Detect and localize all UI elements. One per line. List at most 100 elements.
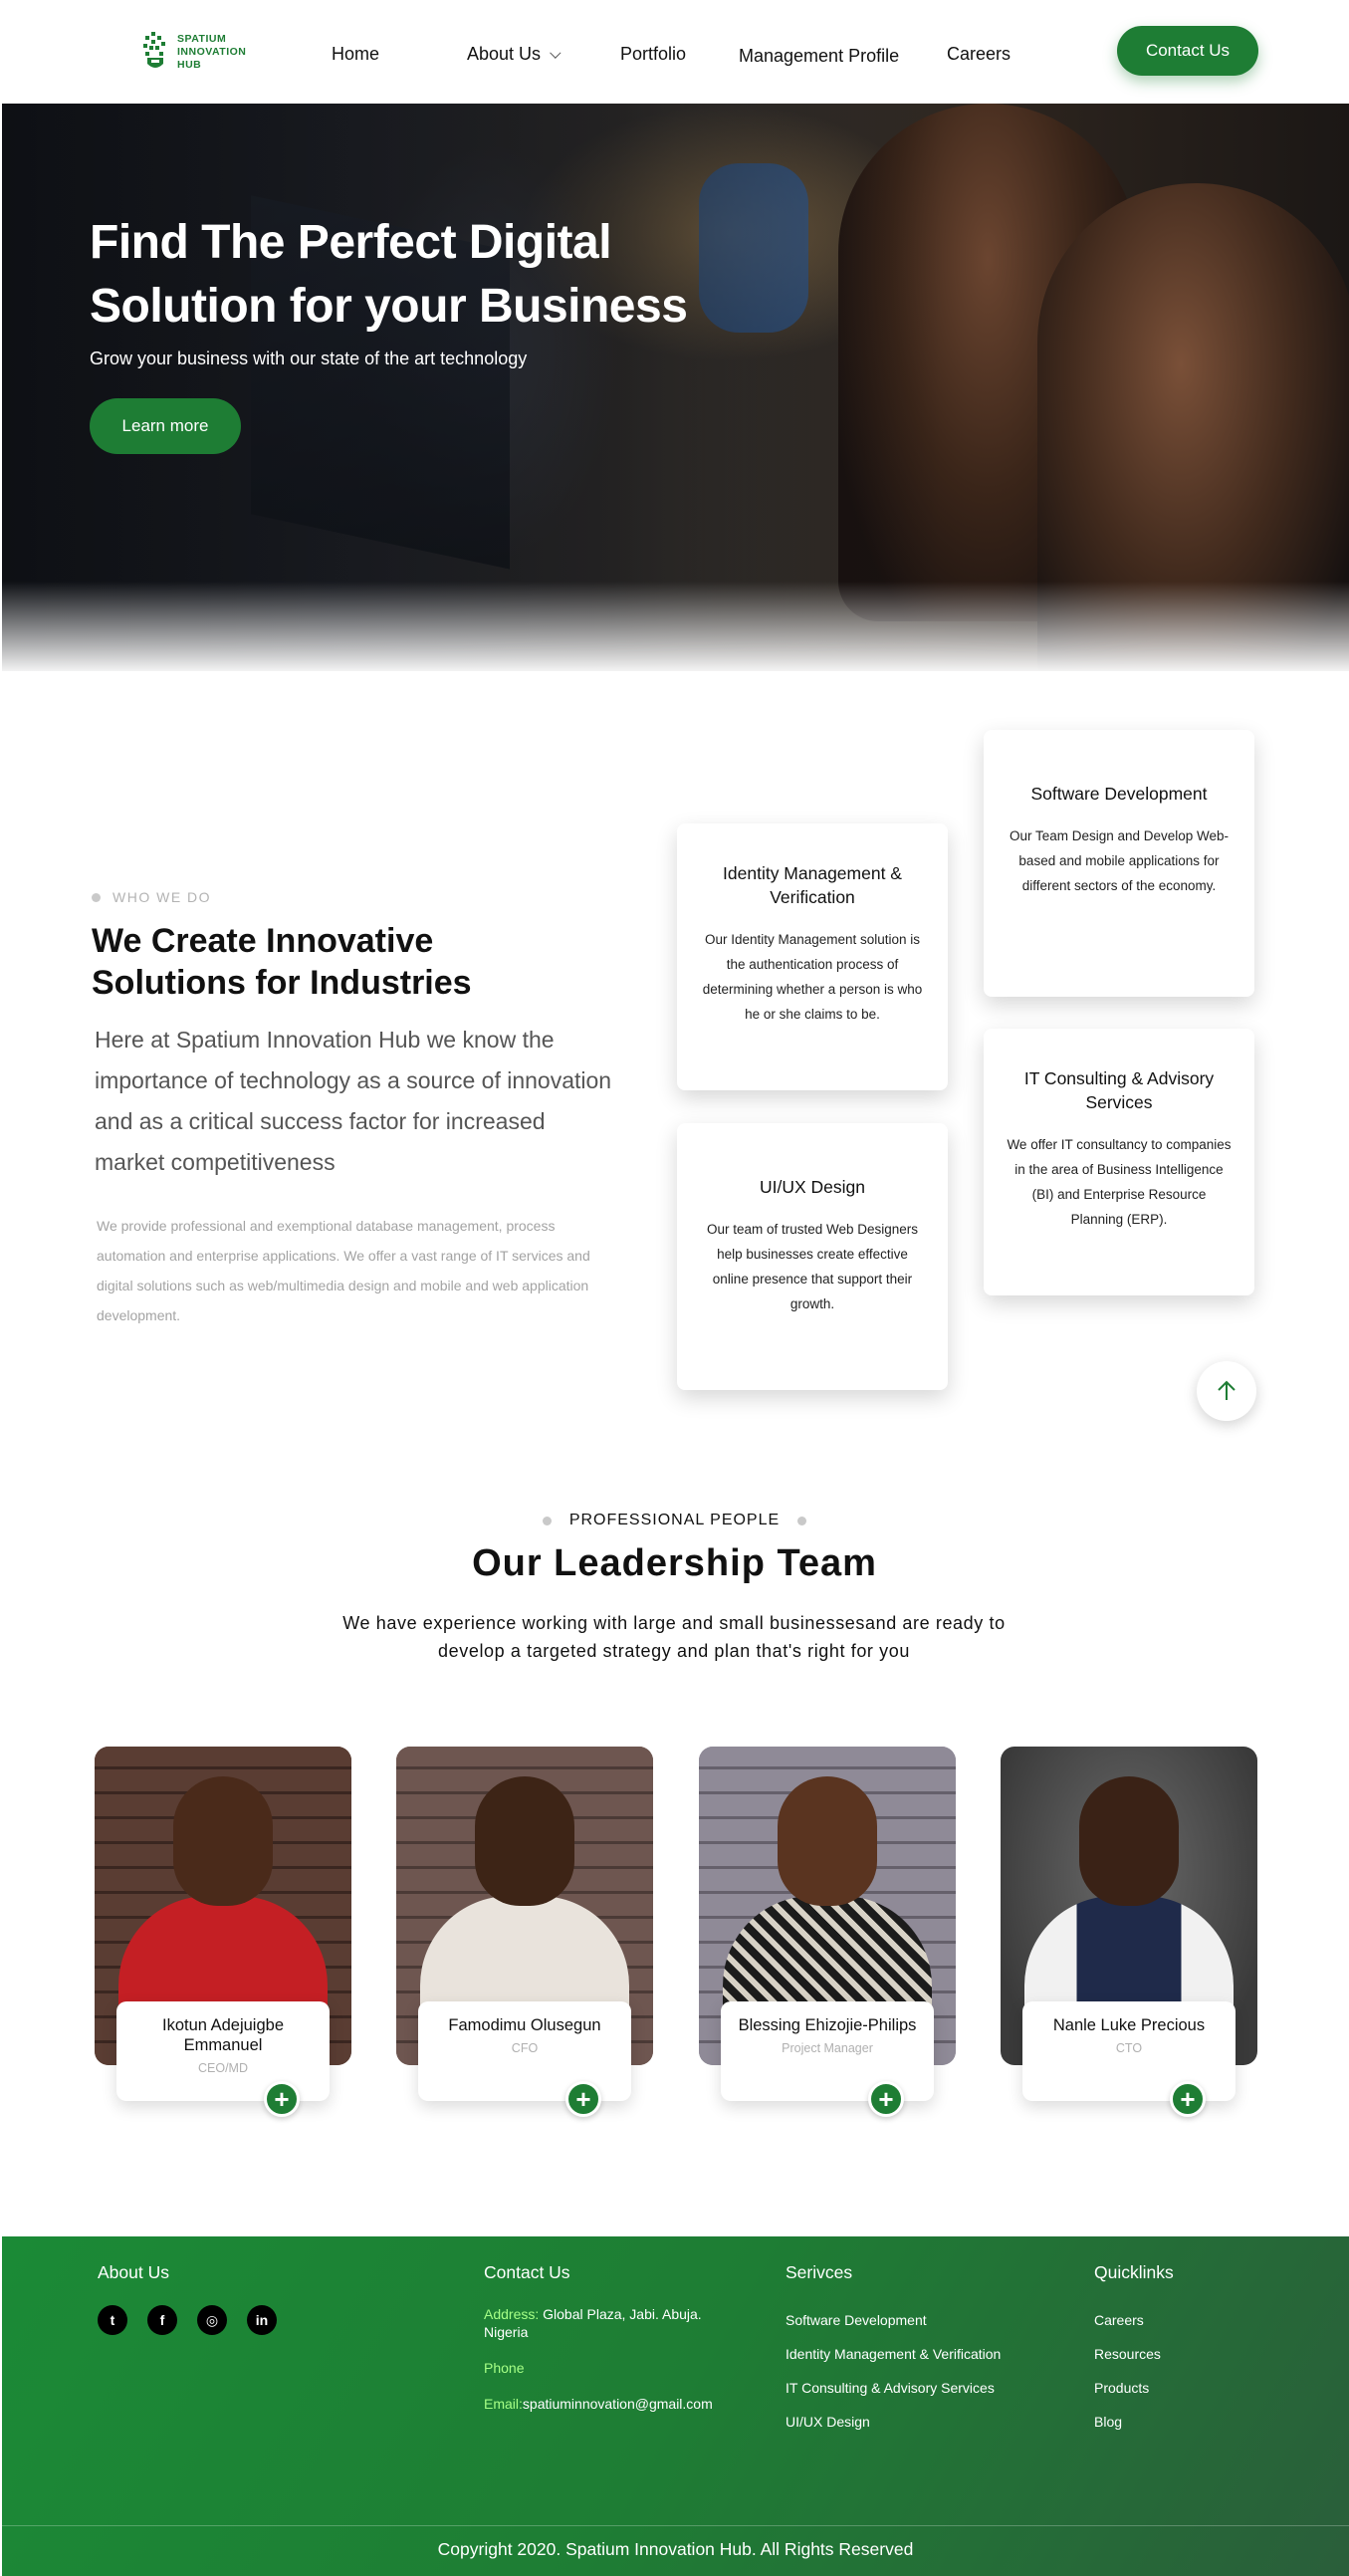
logo[interactable]: SPATIUM INNOVATION HUB [141,28,261,76]
footer-service-link[interactable]: Identity Management & Verification [786,2337,1001,2371]
team-member-card[interactable]: Ikotun Adejuigbe Emmanuel CEO/MD + [95,1747,351,2117]
leadership-subtitle: We have experience working with large an… [342,1613,1006,1661]
facebook-icon[interactable]: f [147,2305,177,2335]
logo-line: HUB [177,58,202,71]
instagram-icon[interactable]: ◎ [197,2305,227,2335]
scroll-to-top-button[interactable] [1197,1361,1256,1421]
email-label: Email: [484,2396,523,2412]
team-member-card[interactable]: Nanle Luke Precious CTO + [1001,1747,1257,2117]
footer-services-title: Serivces [786,2262,853,2282]
logo-line: INNOVATION [177,45,247,58]
service-title: IT Consulting & Advisory Services [1023,1068,1215,1112]
arrow-up-icon [1218,1380,1236,1400]
footer-services-column: Serivces Software Development Identity M… [786,2262,1001,2439]
member-role: Project Manager [782,2041,873,2055]
nav-home[interactable]: Home [332,44,379,65]
footer-about-column: About Us t f ◎ in [98,2262,277,2335]
who-title: We Create Innovative Solutions for Indus… [92,922,472,1002]
contact-email[interactable]: Email:spatiuminnovation@gmail.com [484,2395,723,2413]
nav-about-us[interactable]: About Us [467,44,562,65]
footer-service-link[interactable]: IT Consulting & Advisory Services [786,2371,1001,2405]
plus-icon[interactable]: + [868,2081,904,2117]
member-name-card: Ikotun Adejuigbe Emmanuel CEO/MD [116,2001,330,2101]
plus-icon[interactable]: + [264,2081,300,2117]
member-face [173,1776,273,1906]
footer-quicklink[interactable]: Resources [1094,2337,1174,2371]
who-eyebrow-label: WHO WE DO [112,889,212,905]
contact-us-button[interactable]: Contact Us [1117,26,1258,76]
nav-careers[interactable]: Careers [947,44,1011,65]
member-name-card: Blessing Ehizojie-Philips Project Manage… [721,2001,934,2101]
member-name: Ikotun Adejuigbe Emmanuel [161,2016,285,2054]
linkedin-icon[interactable]: in [247,2305,277,2335]
service-text: Our Team Design and Develop Web-based an… [1009,828,1230,893]
address-label: Address: [484,2306,540,2322]
member-name: Blessing Ehizojie-Philips [738,2016,917,2034]
email-value: spatiuminnovation@gmail.com [522,2396,713,2412]
service-card-software[interactable]: Software Development Our Team Design and… [984,730,1254,997]
footer-quicklinks-title: Quicklinks [1094,2262,1174,2282]
service-title: UI/UX Design [759,1177,865,1197]
footer-service-link[interactable]: UI/UX Design [786,2405,1001,2439]
who-eyebrow: WHO WE DO [92,889,211,905]
nav-management-profile[interactable]: Management Profile [739,46,899,67]
member-face [1079,1776,1179,1906]
dot-icon [797,1516,807,1525]
footer-service-link[interactable]: Software Development [786,2303,1001,2337]
member-face [475,1776,574,1906]
dot-icon [92,892,101,902]
footer-quicklinks-column: Quicklinks Careers Resources Products Bl… [1094,2262,1174,2439]
member-name-card: Nanle Luke Precious CTO [1022,2001,1236,2101]
member-name: Nanle Luke Precious [1052,2016,1206,2034]
service-card-it-consulting[interactable]: IT Consulting & Advisory Services We off… [984,1029,1254,1295]
chevron-down-icon [550,47,562,59]
contact-phone: Phone [484,2359,723,2377]
service-title: Identity Management & Verification [723,863,902,907]
hero-subtitle: Grow your business with our state of the… [90,349,528,368]
service-text: We offer IT consultancy to companies in … [1007,1137,1232,1227]
footer-services-list: Software Development Identity Management… [786,2303,1001,2439]
logo-line: SPATIUM [177,32,227,45]
member-role: CEO/MD [198,2061,248,2075]
team-member-card[interactable]: Famodimu Olusegun CFO + [396,1747,653,2117]
learn-more-button[interactable]: Learn more [90,398,241,454]
contact-info: Address: Global Plaza, Jabi. Abuja. Nige… [484,2305,723,2413]
dot-icon [542,1516,552,1525]
service-text: Our Identity Management solution is the … [702,932,923,1022]
footer: About Us t f ◎ in Contact Us Address: Gl… [2,2236,1349,2576]
logo-wordmark: SPATIUM INNOVATION HUB [177,33,246,72]
twitter-icon[interactable]: t [98,2305,127,2335]
footer-quicklink[interactable]: Careers [1094,2303,1174,2337]
footer-about-title: About Us [98,2262,169,2282]
logo-icon [141,30,169,74]
footer-contact-title: Contact Us [484,2262,570,2282]
footer-divider [2,2525,1349,2526]
top-navbar: SPATIUM INNOVATION HUB Home About Us Por… [0,0,1349,104]
leadership-title: Our Leadership Team [472,1542,877,1584]
plus-icon[interactable]: + [1170,2081,1206,2117]
footer-contact-column: Contact Us Address: Global Plaza, Jabi. … [484,2262,723,2431]
member-role: CFO [511,2041,539,2055]
member-face [778,1776,877,1906]
nav-portfolio[interactable]: Portfolio [620,44,686,65]
who-body-paragraph: We provide professional and exemptional … [97,1218,590,1323]
service-card-identity[interactable]: Identity Management & Verification Our I… [677,823,948,1090]
footer-quicklink[interactable]: Blog [1094,2405,1174,2439]
hero-title: Find The Perfect Digital Solution for yo… [90,216,688,333]
hero-banner [2,104,1349,671]
nav-about-label: About Us [467,44,542,64]
who-lead-paragraph: Here at Spatium Innovation Hub we know t… [95,1027,612,1175]
contact-address: Address: Global Plaza, Jabi. Abuja. Nige… [484,2305,723,2341]
service-title: Software Development [1030,784,1208,804]
service-card-uiux[interactable]: UI/UX Design Our team of trusted Web Des… [677,1123,948,1390]
footer-quicklink[interactable]: Products [1094,2371,1174,2405]
leadership-eyebrow-label: PROFESSIONAL PEOPLE [568,1512,781,1528]
member-name: Famodimu Olusegun [448,2016,601,2034]
team-member-card[interactable]: Blessing Ehizojie-Philips Project Manage… [699,1747,956,2117]
service-text: Our team of trusted Web Designers help b… [706,1222,919,1311]
plus-icon[interactable]: + [565,2081,601,2117]
copyright-text: Copyright 2020. Spatium Innovation Hub. … [437,2539,914,2559]
member-name-card: Famodimu Olusegun CFO [418,2001,631,2101]
member-role: CTO [1115,2041,1143,2055]
footer-quicklinks-list: Careers Resources Products Blog [1094,2303,1174,2439]
